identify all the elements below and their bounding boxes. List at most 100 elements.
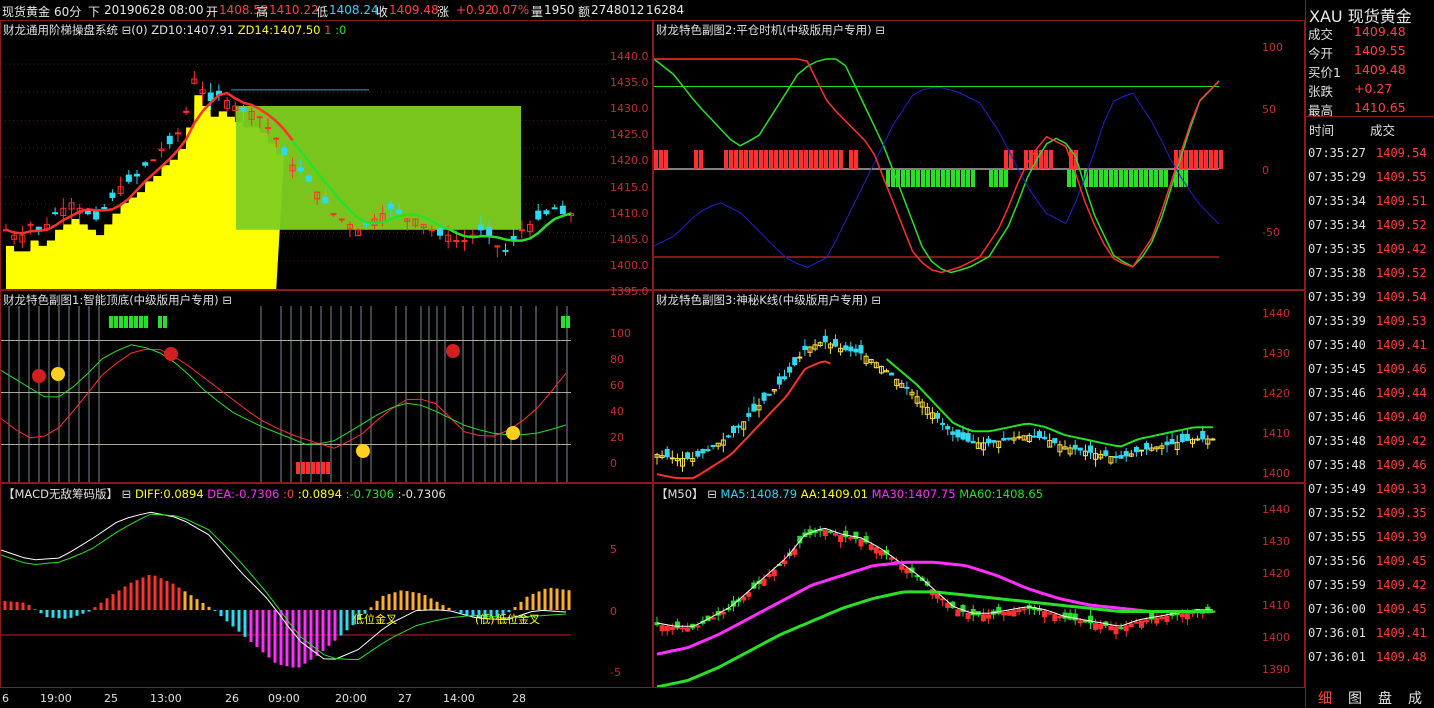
candle — [746, 592, 752, 597]
top-signal — [129, 316, 133, 328]
candle — [955, 609, 961, 617]
candle — [1037, 431, 1042, 439]
change-value: +0.92 — [456, 3, 493, 17]
volume-value: 1950 — [544, 3, 575, 17]
candle — [486, 226, 493, 236]
candle — [477, 224, 484, 231]
buy-bar — [999, 170, 1003, 187]
sub1-mark[interactable]: ⊟ — [222, 293, 232, 307]
tick-price: 1409.48 — [1376, 650, 1427, 664]
panel-tab[interactable]: 盘 — [1378, 688, 1392, 708]
candle — [685, 627, 691, 632]
candle — [1123, 625, 1129, 632]
candle — [659, 625, 665, 632]
sub1-chart[interactable] — [1, 306, 606, 482]
sell-bar — [1214, 150, 1218, 169]
candle — [833, 339, 838, 347]
quote-row: 今开 1409.55 — [1306, 43, 1434, 63]
candle — [1139, 620, 1144, 628]
x-tick-label: 26 — [225, 692, 239, 705]
tick-time: 07:35:29 — [1308, 170, 1366, 184]
y-tick-label: 1405.0 — [610, 232, 649, 246]
sub3-chart[interactable] — [654, 306, 1252, 482]
top-signal — [124, 316, 128, 328]
candle — [1093, 623, 1099, 630]
candle — [935, 412, 940, 419]
main-mark[interactable]: ⊟(0) — [122, 23, 148, 37]
tick-price: 1409.42 — [1376, 578, 1427, 592]
macd-c3: :-0.7306 — [397, 487, 446, 501]
candle — [669, 457, 675, 460]
close-value: 1409.48 — [389, 3, 439, 17]
candle — [1154, 617, 1160, 624]
panel-tab[interactable]: 细 — [1318, 688, 1332, 708]
candle — [1113, 455, 1119, 459]
sell-bar — [824, 150, 828, 169]
sell-bar — [839, 150, 843, 169]
sub3-mark[interactable]: ⊟ — [871, 293, 881, 307]
buy-bar — [994, 170, 998, 187]
sell-bar — [804, 150, 808, 169]
quote-row: 张跌 +0.27 — [1306, 81, 1434, 101]
candle — [904, 386, 910, 389]
tick-time: 07:35:38 — [1308, 266, 1366, 280]
tick-price: 1409.35 — [1376, 506, 1427, 520]
smile-icon — [506, 426, 520, 440]
buy-bar — [966, 170, 970, 187]
tick-time: 07:35:48 — [1308, 458, 1366, 472]
ma-mark[interactable]: ⊟ — [707, 487, 717, 501]
candle — [751, 403, 757, 412]
low-value: 1408.24 — [329, 3, 379, 17]
candle — [1082, 620, 1088, 623]
candle — [986, 438, 991, 444]
tick-time: 07:35:39 — [1308, 314, 1366, 328]
bottom-dot — [446, 344, 460, 358]
smile-icon — [356, 444, 370, 458]
candle — [1052, 438, 1058, 444]
candle — [950, 431, 956, 435]
candle — [695, 450, 701, 457]
candle — [674, 621, 680, 629]
sell-bar — [729, 150, 733, 169]
candle — [1179, 433, 1185, 443]
y-tick-label: 100 — [610, 327, 631, 340]
tick-time: 07:35:55 — [1308, 530, 1366, 544]
sub2-chart[interactable] — [654, 36, 1252, 289]
tick-price: 1409.39 — [1376, 530, 1427, 544]
panel-tab[interactable]: 图 — [1348, 688, 1362, 708]
tick-price: 1409.54 — [1376, 290, 1427, 304]
candle — [396, 209, 403, 215]
y-tick-label: 1395.0 — [610, 285, 649, 298]
sell-bar — [1219, 150, 1223, 169]
sell-bar — [749, 150, 753, 169]
candle — [960, 432, 966, 440]
candle — [822, 335, 828, 343]
y-tick-label: 1390 — [1262, 663, 1290, 676]
quote-value: 1409.48 — [1354, 24, 1406, 39]
bottom-dot — [32, 369, 46, 383]
x-tick-label: 13:00 — [150, 692, 182, 705]
macd-chart[interactable] — [1, 500, 606, 687]
sell-bar — [734, 150, 738, 169]
candle — [827, 530, 833, 533]
close-label: 收 — [376, 5, 389, 19]
ma-title: 【M50】 — [656, 487, 704, 501]
macd-c1: :0.0894 — [297, 487, 342, 501]
panel-tab[interactable]: 成 — [1408, 688, 1422, 708]
sub2-mark[interactable]: ⊟ — [875, 23, 885, 37]
tick-price: 1409.45 — [1376, 602, 1427, 616]
candle — [945, 426, 951, 430]
macd-mark[interactable]: ⊟ — [122, 487, 132, 501]
y-tick-label: 1400.0 — [610, 258, 649, 272]
sell-bar — [1189, 150, 1193, 169]
y-tick-label: 1440.0 — [610, 50, 649, 63]
tick-time: 07:35:49 — [1308, 482, 1366, 496]
buy-bar — [1134, 170, 1138, 187]
ma-chart[interactable] — [654, 500, 1252, 687]
main-chart[interactable] — [1, 36, 606, 289]
candle — [1077, 447, 1083, 451]
buy-bar — [916, 170, 920, 187]
sell-bar — [794, 150, 798, 169]
sell-bar — [854, 150, 858, 169]
buy-bar — [1164, 170, 1168, 187]
